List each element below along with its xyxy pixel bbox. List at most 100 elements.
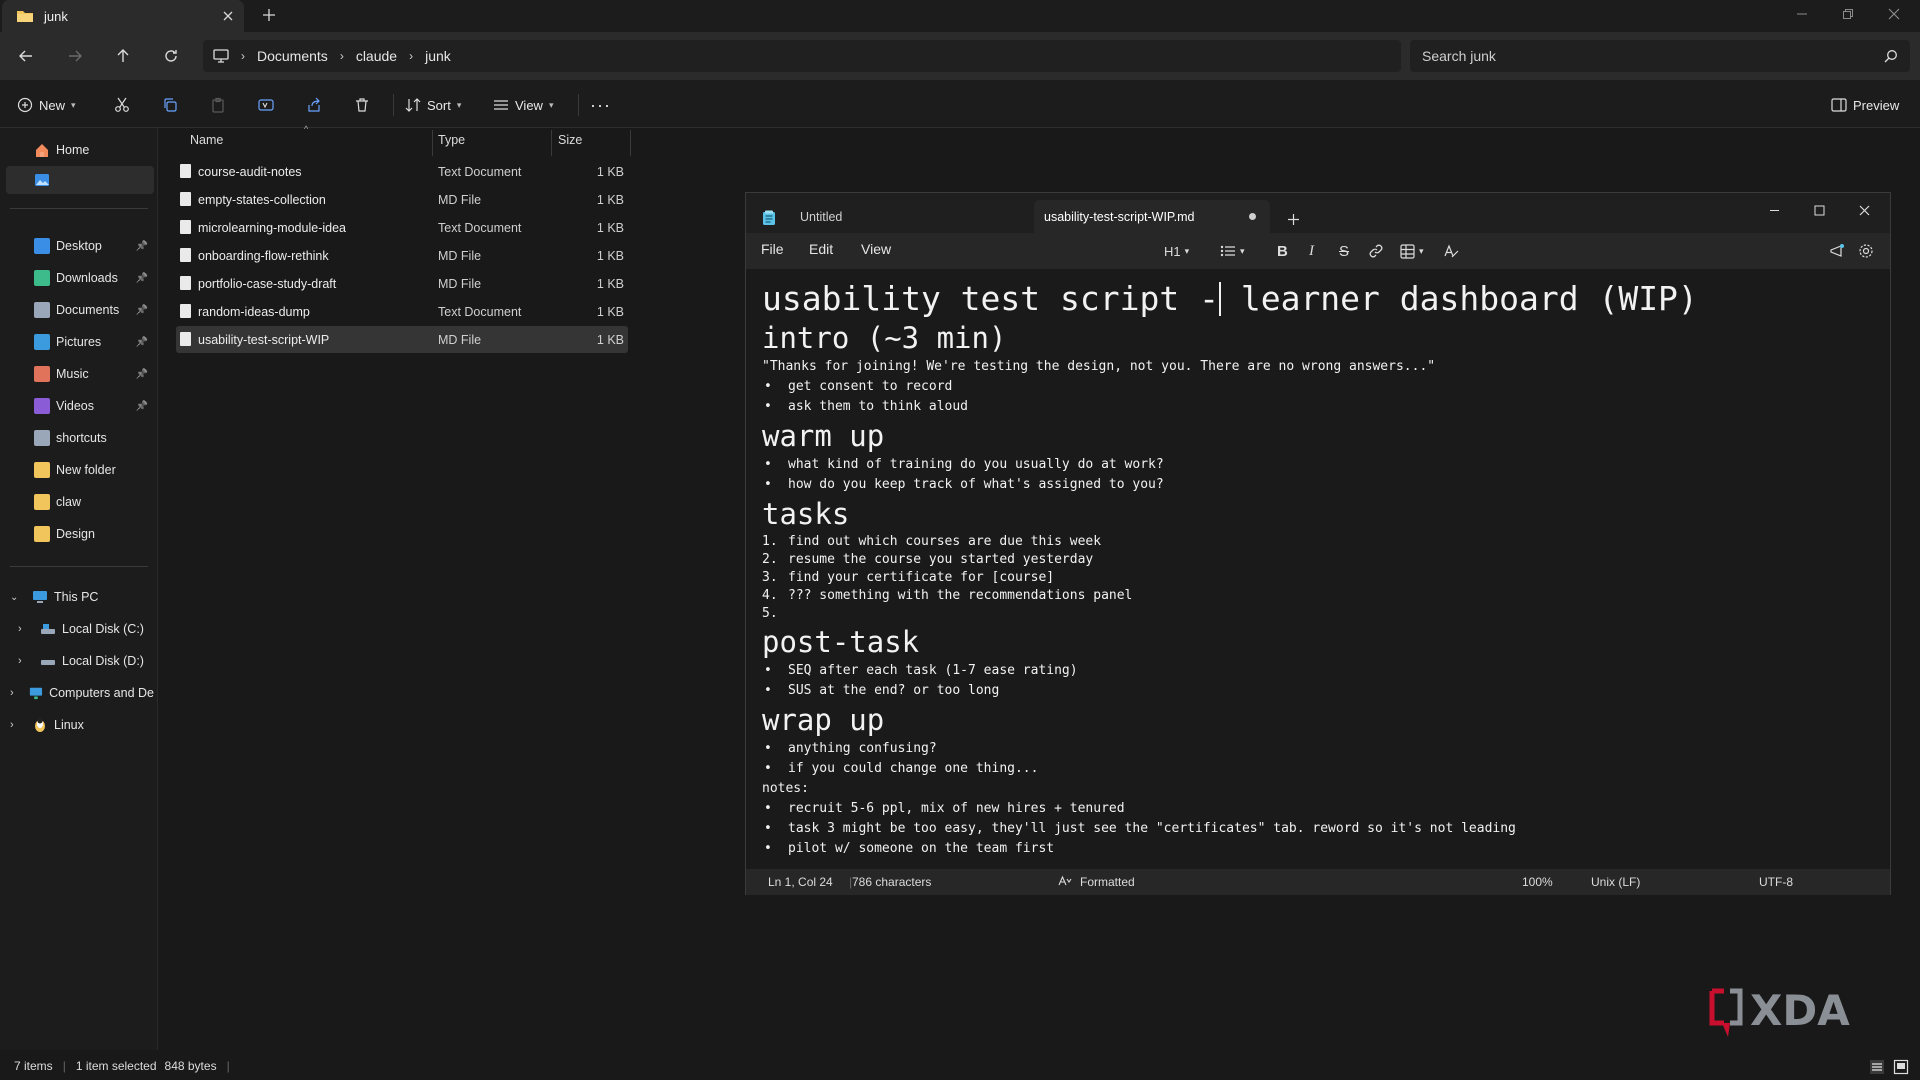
table-row[interactable]: portfolio-case-study-draft MD File 1 KB	[176, 270, 628, 297]
menu-file[interactable]: File	[761, 241, 784, 257]
copilot-icon[interactable]	[1829, 239, 1845, 263]
breadcrumb-junk[interactable]: junk	[425, 48, 451, 64]
line-ending[interactable]: Unix (LF)	[1591, 875, 1640, 889]
unsaved-indicator-icon[interactable]	[1249, 213, 1256, 220]
sidebar-item-this-pc[interactable]: ⌄ This PC	[0, 583, 154, 611]
table-row[interactable]: usability-test-script-WIP MD File 1 KB	[176, 326, 628, 353]
close-window-icon[interactable]	[1888, 8, 1900, 20]
new-button[interactable]: New ▾	[17, 92, 76, 118]
encoding[interactable]: UTF-8	[1759, 875, 1793, 889]
sidebar-item-local-disk-c[interactable]: › Local Disk (C:)	[0, 615, 154, 643]
tab-junk[interactable]: junk	[2, 0, 244, 32]
column-divider[interactable]	[551, 130, 552, 156]
preview-label: Preview	[1853, 97, 1900, 113]
new-tab-icon[interactable]	[1287, 213, 1300, 226]
up-icon[interactable]	[115, 48, 131, 64]
sidebar-item-network[interactable]: › Computers and De	[0, 679, 154, 707]
sidebar-item-design[interactable]: Design	[0, 520, 154, 548]
pin-icon[interactable]: 📌	[136, 273, 148, 284]
sidebar-item-gallery[interactable]	[6, 166, 154, 194]
cut-icon[interactable]	[114, 92, 130, 118]
editor-area[interactable]: usability test script - learner dashboar…	[746, 269, 1890, 869]
refresh-icon[interactable]	[163, 48, 179, 64]
preview-button[interactable]: Preview	[1831, 92, 1899, 118]
sidebar-item-local-disk-d[interactable]: › Local Disk (D:)	[0, 647, 154, 675]
sidebar-item-downloads[interactable]: Downloads 📌	[0, 264, 154, 292]
restore-icon[interactable]	[1842, 8, 1854, 20]
column-divider[interactable]	[432, 130, 433, 156]
share-icon[interactable]	[306, 92, 322, 118]
list-item: 3. find your certificate for [course]	[762, 569, 1874, 587]
minimize-icon[interactable]	[1796, 8, 1808, 20]
settings-gear-icon[interactable]	[1858, 239, 1874, 263]
maximize-icon[interactable]	[1814, 205, 1825, 216]
back-icon[interactable]	[18, 48, 34, 64]
delete-icon[interactable]	[354, 92, 370, 118]
pc-icon	[213, 49, 229, 63]
pin-icon[interactable]: 📌	[136, 401, 148, 412]
list-number: 5.	[762, 606, 778, 621]
column-header-name[interactable]: Name	[190, 133, 223, 147]
chevron-right-icon: ›	[18, 623, 22, 635]
sidebar-item-music[interactable]: Music 📌	[0, 360, 154, 388]
details-view-icon[interactable]	[1869, 1059, 1885, 1075]
command-bar	[0, 80, 1920, 128]
sidebar-item-shortcuts[interactable]: shortcuts	[0, 424, 154, 452]
clear-formatting-icon[interactable]	[1443, 239, 1459, 263]
close-tab-icon[interactable]	[222, 10, 234, 22]
folder-icon	[34, 494, 50, 510]
cursor-position[interactable]: Ln 1, Col 24	[768, 875, 833, 889]
pin-icon[interactable]: 📌	[136, 241, 148, 252]
sidebar-item-linux[interactable]: › Linux	[0, 711, 154, 739]
breadcrumb-claude[interactable]: claude	[356, 48, 397, 64]
pin-icon[interactable]: 📌	[136, 369, 148, 380]
sidebar-item-pictures[interactable]: Pictures 📌	[0, 328, 154, 356]
sidebar-item-desktop[interactable]: Desktop 📌	[0, 232, 154, 260]
new-tab-icon[interactable]	[262, 8, 276, 22]
notepad-window: Untitled usability-test-script-WIP.md Fi…	[745, 192, 1891, 895]
pin-icon[interactable]: 📌	[136, 337, 148, 348]
search-input[interactable]: Search junk	[1410, 40, 1910, 72]
pin-icon[interactable]: 📌	[136, 305, 148, 316]
minimize-icon[interactable]	[1769, 205, 1780, 216]
column-divider[interactable]	[630, 130, 631, 156]
address-bar[interactable]: › Documents › claude › junk	[203, 40, 1401, 72]
table-row[interactable]: course-audit-notes Text Document 1 KB	[176, 158, 628, 185]
formatting-mode[interactable]: Formatted	[1080, 875, 1135, 889]
sidebar-item-new-folder[interactable]: New folder	[0, 456, 154, 484]
sidebar-item-claw[interactable]: claw	[0, 488, 154, 516]
status-divider: |	[62, 1059, 66, 1073]
zoom-level[interactable]: 100%	[1522, 875, 1553, 889]
menu-edit[interactable]: Edit	[809, 241, 833, 257]
notepad-tab-active[interactable]: usability-test-script-WIP.md	[1034, 200, 1270, 233]
doc-heading: warm up	[762, 419, 885, 453]
link-icon[interactable]	[1368, 239, 1384, 263]
column-header-type[interactable]: Type	[438, 133, 465, 147]
column-header-size[interactable]: Size	[558, 133, 582, 147]
sort-button[interactable]: Sort ▾	[405, 92, 461, 118]
notepad-tab-untitled[interactable]: Untitled	[790, 200, 1070, 233]
sidebar-item-videos[interactable]: Videos 📌	[0, 392, 154, 420]
sidebar-item-home[interactable]: Home	[0, 136, 154, 164]
rename-icon[interactable]	[258, 92, 274, 118]
copy-icon[interactable]	[162, 92, 178, 118]
breadcrumb-documents[interactable]: Documents	[257, 48, 328, 64]
view-button[interactable]: View ▾	[493, 92, 553, 118]
strikethrough-icon[interactable]: S	[1339, 239, 1349, 263]
italic-icon[interactable]: I	[1309, 239, 1314, 263]
paste-icon[interactable]	[210, 92, 226, 118]
more-options-icon[interactable]: ···	[590, 92, 611, 118]
menu-view[interactable]: View	[861, 241, 891, 257]
list-dropdown[interactable]: ▾	[1220, 239, 1245, 263]
forward-icon[interactable]	[67, 48, 83, 64]
table-row[interactable]: microlearning-module-idea Text Document 1 …	[176, 214, 628, 241]
table-row[interactable]: onboarding-flow-rethink MD File 1 KB	[176, 242, 628, 269]
table-dropdown[interactable]: ▾	[1400, 239, 1424, 263]
sidebar-item-documents[interactable]: Documents 📌	[0, 296, 154, 324]
table-row[interactable]: empty-states-collection MD File 1 KB	[176, 186, 628, 213]
close-window-icon[interactable]	[1859, 205, 1870, 216]
table-row[interactable]: random-ideas-dump Text Document 1 KB	[176, 298, 628, 325]
heading-level-dropdown[interactable]: H1 ▾	[1164, 239, 1189, 263]
bold-icon[interactable]: B	[1277, 239, 1288, 263]
large-icons-view-icon[interactable]	[1893, 1059, 1909, 1075]
